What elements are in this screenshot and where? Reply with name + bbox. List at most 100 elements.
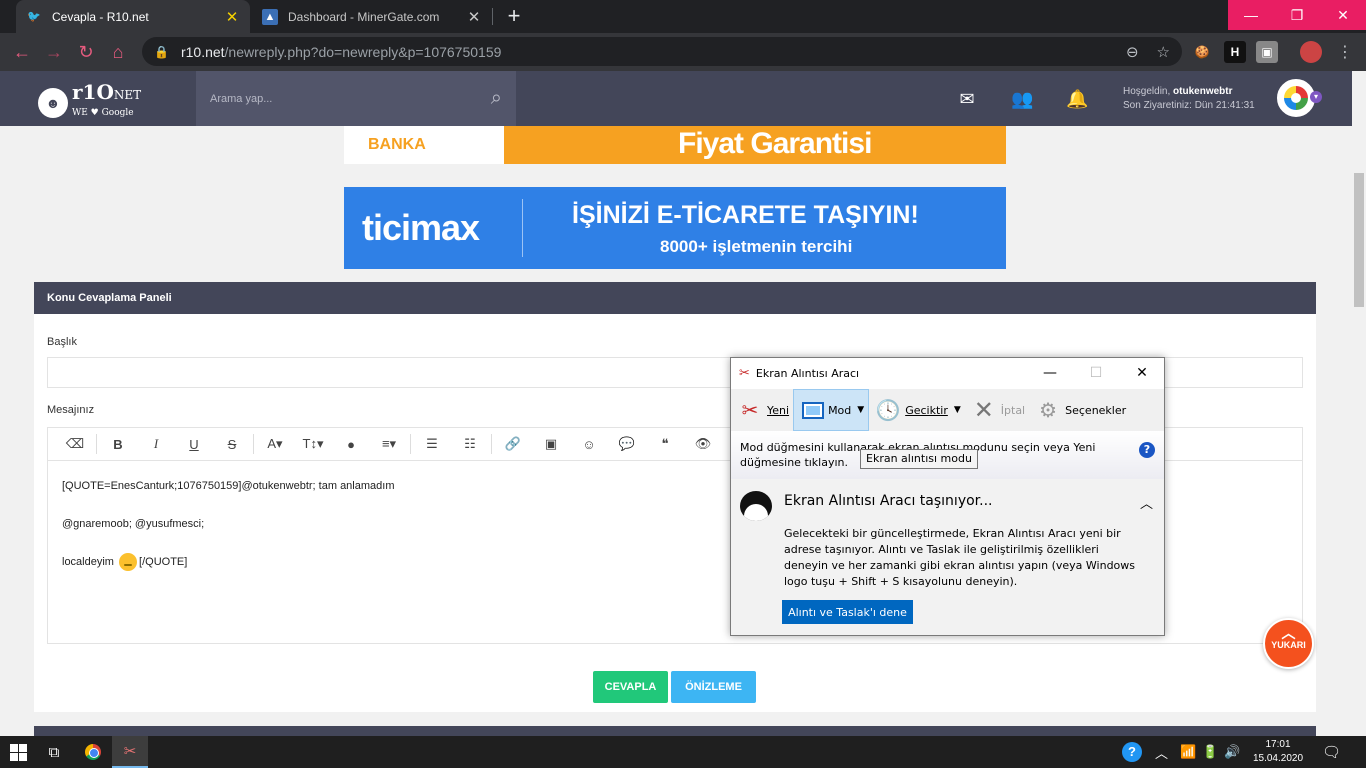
number-list-icon[interactable]: ☷ (451, 436, 489, 452)
task-view-icon[interactable]: ⧉ (38, 736, 70, 768)
browser-tab-strip: 🐦 Cevapla - R10.net ✕ ▲ Dashboard - Mine… (0, 0, 1366, 33)
help-icon[interactable]: ? (1139, 442, 1155, 458)
cancel-label: İptal (1000, 403, 1026, 417)
image-extension-icon[interactable]: ▣ (1256, 41, 1278, 63)
profile-icon[interactable] (1300, 41, 1322, 63)
tab-separator (492, 8, 493, 25)
bookmark-star-icon[interactable]: ☆ (1157, 43, 1170, 61)
reply-button[interactable]: CEVAPLA (593, 671, 668, 703)
help-tray-icon[interactable]: ? (1122, 736, 1142, 768)
logo-sub: WE ♥ Google (72, 108, 134, 118)
page-scrollbar[interactable] (1352, 71, 1366, 736)
title-label: Başlık (47, 336, 77, 348)
username[interactable]: otukenwebtr (1173, 86, 1232, 97)
search-icon[interactable]: ⌕ (491, 87, 502, 110)
ad2-brand: ticimax (362, 207, 480, 248)
snipping-taskbar-icon[interactable]: ✂ (112, 736, 148, 768)
ad-banner-top[interactable]: BANKA Fiyat Garantisi (344, 126, 1006, 164)
close-icon[interactable]: ✕ (224, 8, 240, 26)
minergate-favicon-icon: ▲ (262, 8, 278, 25)
minimize-button[interactable]: — (1228, 0, 1274, 30)
logo-ball-icon: ☻ (38, 87, 68, 118)
forward-button[interactable]: → (38, 33, 70, 71)
snip-sketch-icon (740, 491, 772, 521)
scroll-top-button[interactable]: ︿ YUKARI (1263, 618, 1314, 669)
font-size-button[interactable]: T↕▾ (294, 436, 332, 452)
hide-icon[interactable]: 👁 (684, 436, 722, 452)
bell-icon[interactable]: 🔔 (1066, 89, 1088, 110)
volume-icon[interactable]: 🔊 (1224, 736, 1240, 768)
welcome-prefix: Hoşgeldin, (1123, 86, 1171, 97)
color-drop-icon[interactable]: ● (332, 437, 370, 452)
tab-title: Cevapla - R10.net (52, 9, 149, 24)
delay-label: Geciktir (905, 403, 948, 417)
reload-button[interactable]: ↻ (70, 33, 102, 71)
new-snip-button[interactable]: ✂ Yeni (731, 389, 793, 431)
underline-button[interactable]: U (175, 437, 213, 452)
pensive-emoji-icon (119, 553, 138, 572)
tab-minergate[interactable]: ▲ Dashboard - MinerGate.com ✕ (252, 0, 492, 33)
options-button[interactable]: ⚙ Seçenekler (1029, 389, 1130, 431)
clock-icon: 🕓 (875, 398, 901, 422)
site-header: ☻ r1ONET WE ♥ Google ⌕ ✉ 👥 🔔 Hoşgeldin, … (0, 71, 1352, 126)
maximize-button[interactable]: ☐ (1073, 358, 1119, 388)
chevron-up-icon[interactable]: ︿ (1155, 736, 1168, 768)
close-button[interactable]: ✕ (1119, 358, 1165, 388)
welcome-text: Hoşgeldin, otukenwebtr Son Ziyaretiniz: … (1123, 85, 1255, 113)
battery-icon[interactable]: 🔋 (1202, 736, 1218, 768)
mode-button[interactable]: Mod ▼ (793, 389, 870, 431)
clock[interactable]: 17:01 15.04.2020 (1250, 738, 1306, 766)
close-icon[interactable]: ✕ (466, 8, 482, 26)
h-extension-icon[interactable]: H (1224, 41, 1246, 63)
image-icon[interactable]: ▣ (532, 436, 570, 452)
italic-button[interactable]: I (137, 436, 175, 452)
options-label: Seçenekler (1065, 403, 1127, 417)
try-snip-sketch-button[interactable]: Alıntı ve Taslak'ı dene (782, 600, 913, 624)
last-visit: Son Ziyaretiniz: Dün 21:41:31 (1123, 100, 1255, 111)
scrollbar-thumb[interactable] (1354, 173, 1364, 307)
users-icon[interactable]: 👥 (1011, 89, 1033, 110)
menu-kebab-icon[interactable]: ⋮ (1334, 41, 1356, 63)
site-search-input[interactable] (210, 92, 491, 105)
tab-cevapla[interactable]: 🐦 Cevapla - R10.net ✕ (16, 0, 250, 33)
comment-icon[interactable]: 💬 (608, 436, 646, 452)
strike-button[interactable]: S (213, 437, 251, 452)
font-color-button[interactable]: A▾ (256, 436, 294, 452)
chrome-taskbar-icon[interactable] (76, 736, 110, 768)
ad2-divider (522, 199, 523, 257)
bullet-list-icon[interactable]: ☰ (413, 436, 451, 452)
windows-logo-icon (9, 743, 27, 761)
chevron-up-icon[interactable]: ︿ (1140, 493, 1153, 512)
quote-icon[interactable]: ❝ (646, 436, 684, 452)
start-button[interactable] (0, 736, 36, 768)
snipping-toolbar: ✂ Yeni Mod ▼ 🕓 Geciktir ▼ ✕ İptal ⚙ Seçe… (731, 389, 1164, 431)
new-tab-button[interactable]: + (500, 3, 528, 30)
notification-icon[interactable]: 🗨 (1322, 736, 1341, 768)
cancel-button[interactable]: ✕ İptal (965, 389, 1029, 431)
back-button[interactable]: ← (6, 33, 38, 71)
chrome-icon (85, 744, 101, 760)
home-button[interactable]: ⌂ (102, 33, 134, 71)
wifi-icon[interactable]: 📶 (1180, 736, 1196, 768)
link-icon[interactable]: 🔗 (494, 436, 532, 452)
close-window-button[interactable]: ✕ (1320, 0, 1366, 30)
r10-logo[interactable]: ☻ r1ONET WE ♥ Google (38, 82, 141, 122)
minimize-button[interactable]: — (1027, 358, 1073, 388)
eraser-icon[interactable]: ⌫ (56, 436, 94, 452)
delay-button[interactable]: 🕓 Geciktir ▼ (869, 389, 965, 431)
chevron-down-icon[interactable]: ▼ (857, 405, 864, 415)
cookie-extension-icon[interactable]: 🍪 (1191, 41, 1213, 63)
ad-banner-ticimax[interactable]: ticimax İŞİNİZİ E-TİCARETE TAŞIYIN! 8000… (344, 187, 1006, 269)
address-bar[interactable]: 🔒 r10.net/newreply.php?do=newreply&p=107… (142, 37, 1182, 66)
align-button[interactable]: ≡▾ (370, 436, 408, 452)
smiley-icon[interactable]: ☺ (570, 437, 608, 452)
envelope-icon[interactable]: ✉ (956, 89, 978, 110)
maximize-button[interactable]: ❐ (1274, 0, 1320, 30)
clock-time: 17:01 (1265, 739, 1291, 750)
chevron-down-icon[interactable]: ▼ (954, 405, 961, 415)
bold-button[interactable]: B (99, 437, 137, 452)
snipping-title: Ekran Alıntısı Aracı (755, 367, 860, 380)
chevron-down-icon[interactable]: ▾ (1310, 91, 1322, 103)
zoom-icon[interactable]: ⊖ (1126, 43, 1139, 61)
preview-button[interactable]: ÖNİZLEME (671, 671, 756, 703)
